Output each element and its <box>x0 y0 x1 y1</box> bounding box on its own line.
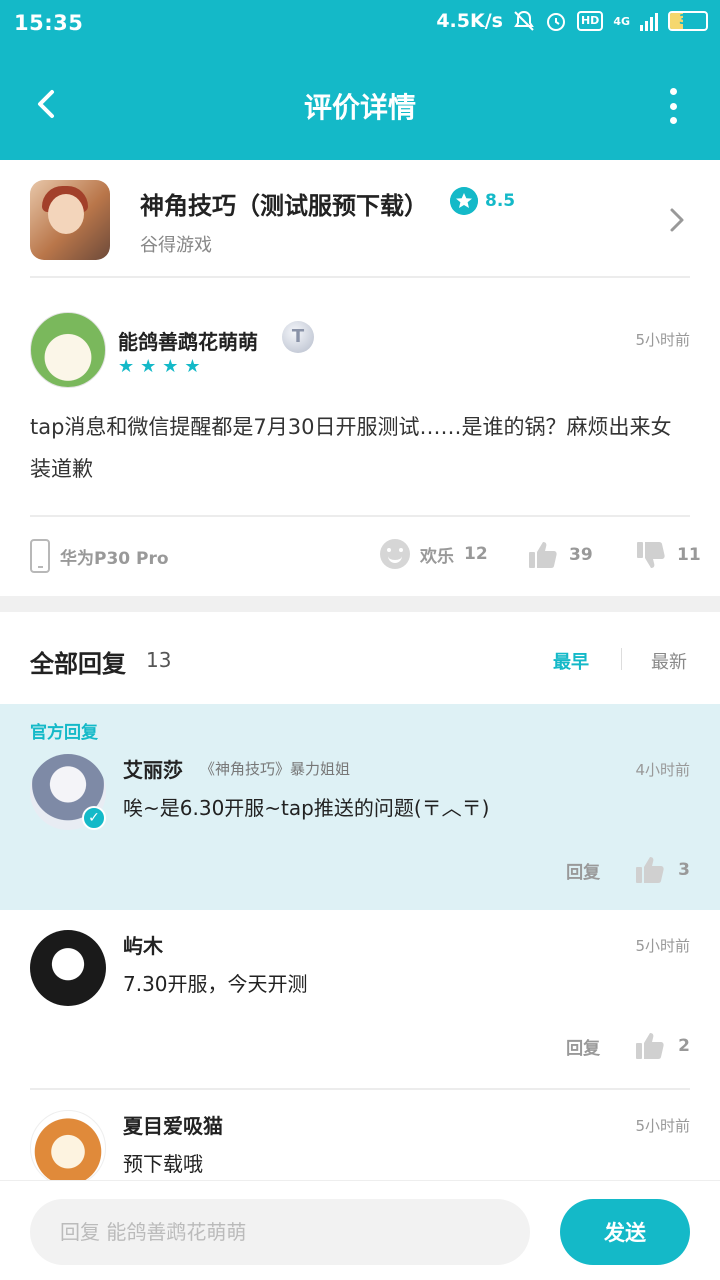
star-icon: ★ <box>118 356 135 377</box>
review-author[interactable]: 能鸽善鹉花萌萌 <box>118 326 258 355</box>
reply-author[interactable]: 夏目爱吸猫 <box>123 1110 223 1139</box>
avatar[interactable] <box>30 1110 106 1180</box>
mood-button[interactable]: 欢乐 12 <box>380 539 488 569</box>
reply-author[interactable]: 屿木 <box>123 930 163 959</box>
status-icons: 4.5K/s HD 4G 37 <box>436 10 708 32</box>
send-button[interactable]: 发送 <box>560 1199 690 1265</box>
sort-divider <box>621 648 622 670</box>
star-icon: ★ <box>140 356 157 377</box>
official-reply-label: 官方回复 <box>30 723 98 743</box>
list-item: ✓ 艾丽莎 《神角技巧》暴力姐姐 4小时前 唉~是6.30开服~tap推送的问题… <box>30 754 690 904</box>
status-time: 15:35 <box>14 11 84 35</box>
level-badge-icon: T <box>282 321 314 353</box>
thumbs-up-icon <box>529 542 557 568</box>
reply-button[interactable]: 回复 <box>566 858 600 883</box>
reply-like-count: 3 <box>678 860 690 880</box>
star-icon: ★ <box>184 356 201 377</box>
game-card[interactable]: 神角技巧（测试服预下载） 8.5 谷得游戏 <box>30 178 690 278</box>
mute-bell-icon <box>514 10 534 31</box>
review-time: 5小时前 <box>635 331 690 349</box>
battery-icon: 37 <box>668 11 708 31</box>
device-name: 华为P30 Pro <box>60 548 169 569</box>
dislike-button[interactable]: 11 <box>635 539 701 571</box>
star-icon: ★ <box>162 356 179 377</box>
review-stars: ★ ★ ★ ★ <box>118 358 201 376</box>
review-meta: 华为P30 Pro 欢乐 12 39 11 <box>30 515 701 595</box>
chevron-right-icon <box>670 208 684 232</box>
reply-author[interactable]: 艾丽莎 <box>123 754 183 783</box>
star-rating-icon <box>450 187 478 215</box>
network-type: 4G <box>613 14 630 28</box>
avatar[interactable] <box>30 312 106 388</box>
list-item: 屿木 5小时前 7.30开服，今天开测 回复 2 <box>30 930 690 1080</box>
thumbs-down-icon <box>637 542 665 568</box>
more-menu-icon[interactable] <box>666 88 680 124</box>
reply-button[interactable]: 回复 <box>566 1034 600 1059</box>
reply-text: 唉~是6.30开服~tap推送的问题(〒︿〒) <box>123 796 490 820</box>
game-icon <box>30 180 110 260</box>
phone-icon <box>30 539 50 573</box>
reply-text: 预下载哦 <box>123 1152 203 1176</box>
reply-actions: 回复 3 <box>566 854 690 886</box>
mood-count: 12 <box>464 544 488 564</box>
reply-like-count: 2 <box>678 1036 690 1056</box>
top-bar: 15:35 4.5K/s HD 4G 37 评价详情 <box>0 0 720 160</box>
reply-actions: 回复 2 <box>566 1030 690 1062</box>
dislike-count: 11 <box>677 545 701 565</box>
game-name: 神角技巧（测试服预下载） <box>140 192 428 220</box>
sort-earliest-tab[interactable]: 最早 <box>553 648 589 674</box>
list-item: 夏目爱吸猫 5小时前 预下载哦 <box>30 1110 690 1180</box>
replies-count: 13 <box>146 648 172 672</box>
game-rating: 8.5 <box>485 191 516 211</box>
like-button[interactable]: 39 <box>527 539 593 571</box>
status-bar: 15:35 4.5K/s HD 4G 37 <box>0 0 720 48</box>
signal-icon <box>640 11 658 31</box>
reply-time: 4小时前 <box>635 761 690 779</box>
replies-title: 全部回复 <box>30 650 126 678</box>
network-speed: 4.5K/s <box>436 10 503 32</box>
reply-author-title: 《神角技巧》暴力姐姐 <box>200 760 351 778</box>
bottom-bar: 发送 <box>0 1180 720 1280</box>
official-reply: 官方回复 ✓ 艾丽莎 《神角技巧》暴力姐姐 4小时前 唉~是6.30开服~tap… <box>0 704 720 910</box>
mood-label: 欢乐 <box>420 546 454 567</box>
hd-icon: HD <box>576 11 604 31</box>
reply-input[interactable] <box>30 1199 530 1265</box>
reply-time: 5小时前 <box>635 937 690 955</box>
divider <box>30 1088 690 1090</box>
smile-icon <box>380 539 410 569</box>
thumbs-up-icon[interactable] <box>634 1030 666 1062</box>
verified-check-icon: ✓ <box>82 806 106 830</box>
sort-latest-tab[interactable]: 最新 <box>651 648 687 674</box>
page-title: 评价详情 <box>303 91 416 124</box>
like-count: 39 <box>569 545 593 565</box>
thumbs-up-icon[interactable] <box>634 854 666 886</box>
alarm-clock-icon <box>546 13 565 31</box>
reply-time: 5小时前 <box>635 1117 690 1135</box>
nav-header: 评价详情 <box>0 60 720 150</box>
device-info: 华为P30 Pro <box>30 539 169 573</box>
game-developer: 谷得游戏 <box>140 235 212 256</box>
section-divider <box>0 596 720 612</box>
reply-text: 7.30开服，今天开测 <box>123 972 308 996</box>
avatar[interactable] <box>30 930 106 1006</box>
review-text: tap消息和微信提醒都是7月30日开服测试……是谁的锅？麻烦出来女装道歉 <box>30 415 672 481</box>
